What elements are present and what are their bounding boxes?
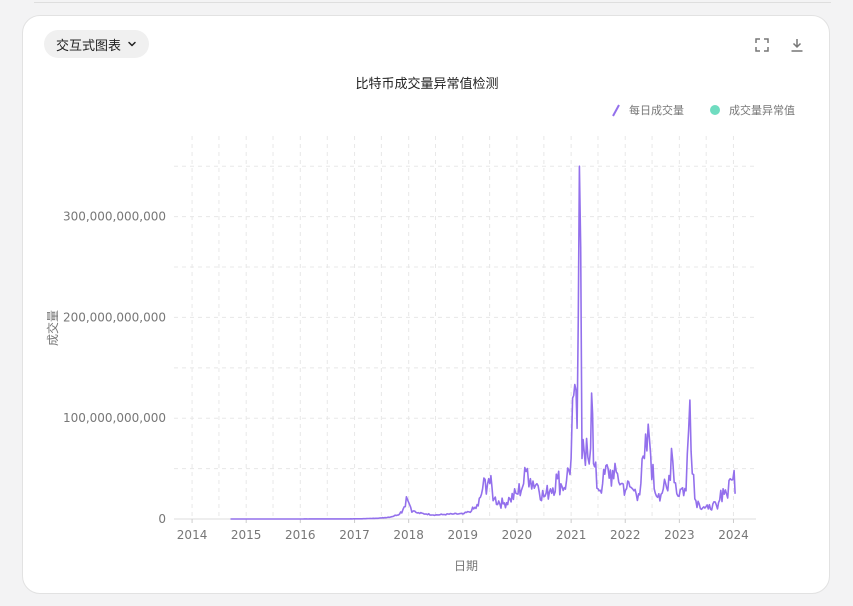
series-line-daily-volume[interactable] <box>230 165 736 520</box>
series-layer <box>230 165 736 520</box>
x-tick-label: 2015 <box>231 528 262 542</box>
x-tick-label: 2018 <box>393 528 424 542</box>
x-tick-label: 2020 <box>502 528 533 542</box>
y-tick-label: 200,000,000,000 <box>63 310 166 324</box>
x-tick-label: 2016 <box>285 528 316 542</box>
x-tick-label: 2023 <box>664 528 695 542</box>
x-axis-ticks: 2014 2015 2016 2017 2018 2019 2020 2021 2022 2023… <box>177 519 749 542</box>
legend-line-swatch <box>612 104 620 117</box>
y-tick-label: 100,000,000,000 <box>63 411 166 425</box>
x-tick-label: 2017 <box>339 528 370 542</box>
chart-card: 交互式图表 比特币成交量异常值检测 每日成交量 成交量异常值 0 100,000,… <box>22 15 830 594</box>
legend-marker-swatch <box>710 105 720 115</box>
y-axis-label: 成交量 <box>45 310 60 346</box>
x-tick-label: 2024 <box>718 528 749 542</box>
chart-title: 比特币成交量异常值检测 <box>355 76 498 92</box>
x-tick-label: 2019 <box>448 528 479 542</box>
x-tick-label: 2022 <box>610 528 641 542</box>
legend-item-daily-volume[interactable]: 每日成交量 <box>629 103 684 117</box>
chart-area: 比特币成交量异常值检测 每日成交量 成交量异常值 0 100,000,000,00… <box>45 76 795 573</box>
y-axis-ticks: 0 100,000,000,000 200,000,000,000 300,000,0… <box>63 210 166 526</box>
x-tick-label: 2014 <box>177 528 208 542</box>
y-tick-label: 300,000,000,000 <box>63 210 166 224</box>
previous-card-edge <box>34 0 831 3</box>
grid <box>174 136 756 520</box>
x-axis-label: 日期 <box>454 559 478 573</box>
legend: 每日成交量 成交量异常值 <box>612 103 795 117</box>
legend-item-anomaly[interactable]: 成交量异常值 <box>729 103 795 117</box>
x-tick-label: 2021 <box>556 528 587 542</box>
y-tick-label: 0 <box>158 512 166 526</box>
